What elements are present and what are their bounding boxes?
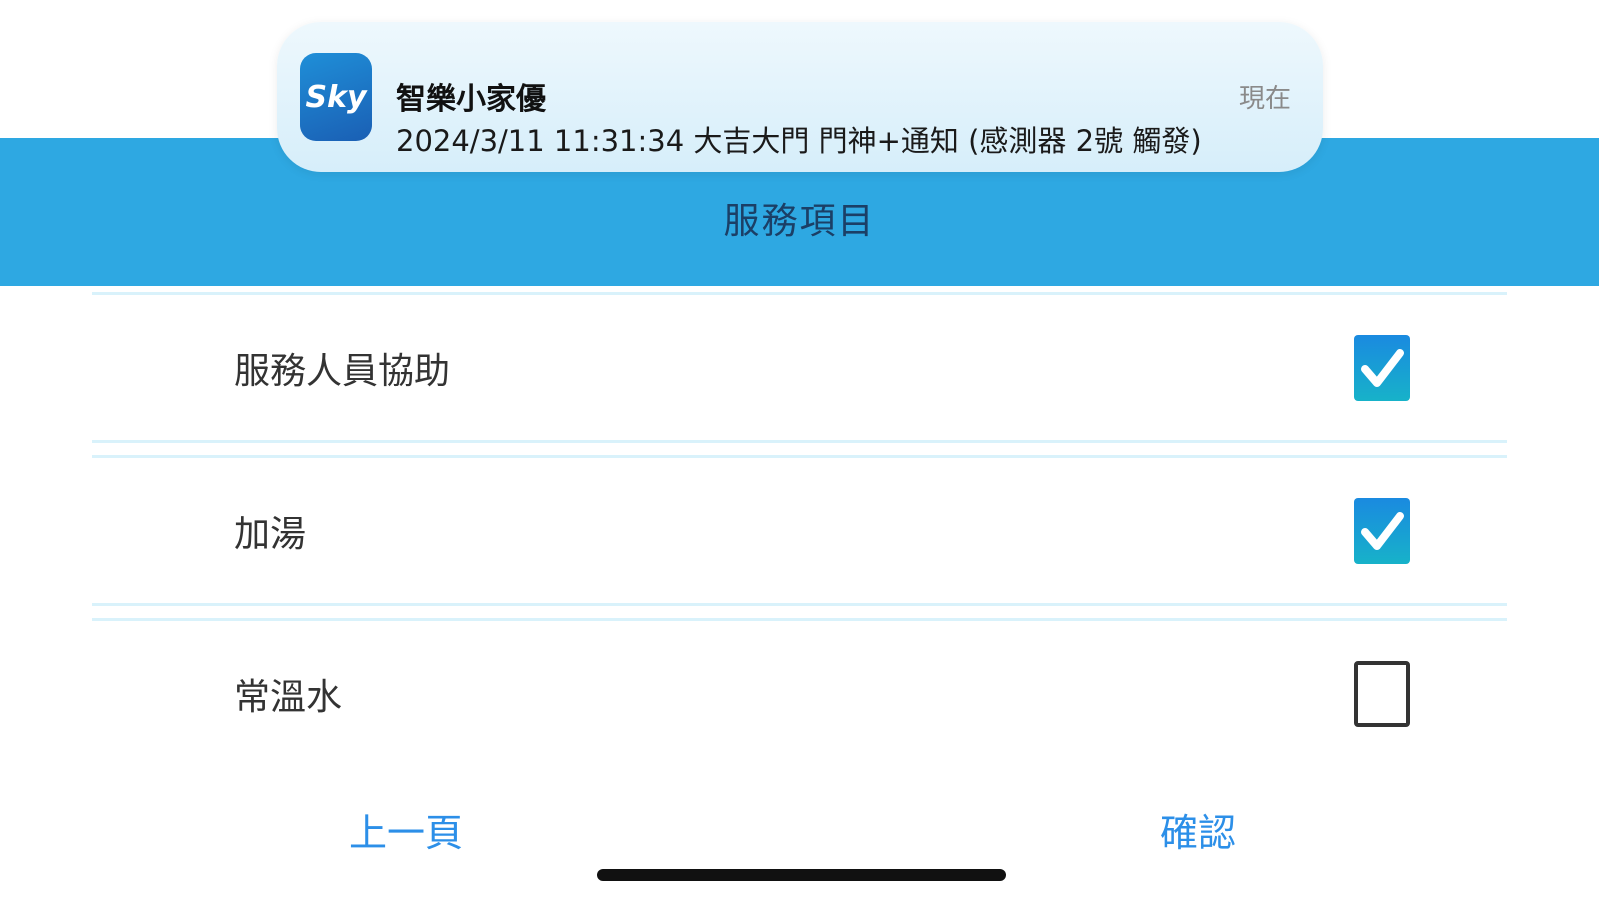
sky-app-icon: Sky: [300, 53, 372, 141]
notification-app-name: 智樂小家優: [396, 82, 546, 117]
service-checkbox[interactable]: [1354, 660, 1410, 727]
service-label: 服務人員協助: [234, 350, 451, 392]
confirm-button[interactable]: 確認: [1160, 802, 1236, 857]
home-indicator[interactable]: [597, 869, 1006, 881]
prev-page-button[interactable]: 上一頁: [349, 802, 463, 857]
service-checkbox[interactable]: [1354, 334, 1410, 401]
service-label: 常溫水: [234, 676, 343, 718]
service-list: 服務人員協助 加湯 常溫水: [92, 292, 1507, 778]
page-title: 服務項目: [723, 201, 876, 242]
list-item[interactable]: 常溫水: [92, 618, 1507, 766]
service-label: 加湯: [234, 513, 307, 555]
notification-message: 2024/3/11 11:31:34 大吉大門 門神+通知 (感測器 2號 觸發…: [396, 124, 1202, 158]
list-item[interactable]: 加湯: [92, 455, 1507, 606]
list-item[interactable]: 服務人員協助: [92, 292, 1507, 443]
checkmark-icon: [1361, 511, 1404, 550]
service-checkbox[interactable]: [1354, 497, 1410, 564]
app-icon-text: Sky: [305, 79, 367, 115]
push-notification[interactable]: Sky 智樂小家優 2024/3/11 11:31:34 大吉大門 門神+通知 …: [277, 22, 1323, 172]
notification-time: 現在: [1238, 84, 1291, 114]
checkmark-icon: [1361, 348, 1404, 387]
